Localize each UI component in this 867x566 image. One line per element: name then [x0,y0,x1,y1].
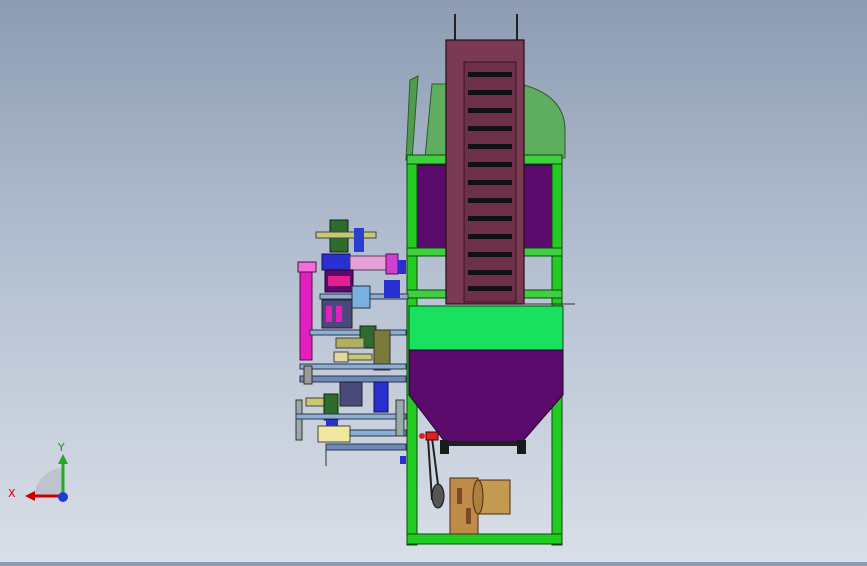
triad-graphic [25,454,68,502]
z-axis-dot [58,492,68,502]
shaft-long [299,363,407,370]
triad-arc [35,468,63,496]
yellow-shaft-end [305,397,327,407]
gear-stack-pink-2 [336,306,342,322]
post-right [395,399,405,437]
coupling [351,285,371,309]
x-axis-head [25,491,35,501]
drive-belt-2 [427,437,433,501]
hopper-cone [408,349,564,443]
shaft-long-2 [299,375,407,383]
base-rail [325,443,407,451]
drive-pulley [431,483,445,509]
machine-model [295,14,575,546]
coordinate-triad: X Y [8,440,80,510]
hopper-band [408,305,564,351]
magenta-insert [328,276,350,286]
pink-block [349,255,391,271]
hopper-foot-left [440,440,449,454]
bracket [333,351,349,363]
blue-cap [398,260,406,274]
frame-base-bar [406,533,563,545]
cover-right [519,83,566,159]
end-block [303,365,313,385]
blue-nub-2 [400,456,406,464]
blue-bearing [384,280,400,298]
shaft-bottom [295,413,407,420]
motor-slot [457,488,462,504]
side-drive-assembly [295,219,425,466]
shaft-yellow [335,337,365,349]
3d-viewport[interactable]: X Y [0,0,867,562]
hopper-foot [517,440,526,454]
hopper-outlet [442,442,524,446]
shaft-top [315,231,377,239]
blue-block [321,253,351,271]
red-bolt [419,433,425,439]
y-axis-head [58,454,68,464]
drive-hub [425,431,439,441]
bearing-top [354,228,364,252]
blue-shaft-v [373,381,389,413]
cream-block [317,425,351,443]
x-axis-label: X [8,487,16,500]
pink-plate-cap [297,261,317,273]
side-plate [405,75,419,161]
pink-plate [299,261,313,361]
y-axis-label: Y [58,441,65,454]
gear-stack-pink [326,306,332,322]
bracket-2 [347,353,373,361]
post [295,399,303,441]
motor-slot-2 [466,508,471,524]
motor-face [472,479,484,515]
pink-cap [385,253,399,275]
gear-unit-lower [339,381,363,407]
shaft-lower [309,329,407,336]
